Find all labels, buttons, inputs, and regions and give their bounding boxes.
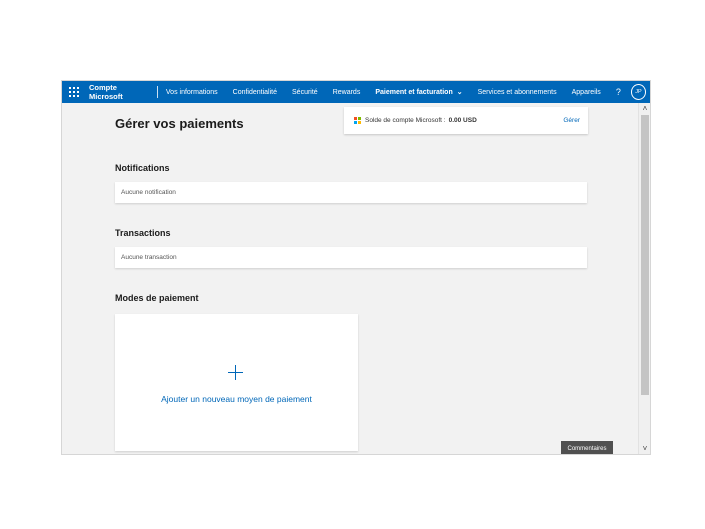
page-title: Gérer vos paiements: [115, 116, 244, 131]
account-balance-card: Solde de compte Microsoft : 0.00 USD Gér…: [344, 107, 588, 134]
vertical-scrollbar[interactable]: ˄ ˅: [638, 103, 650, 454]
nav-item-payment-billing[interactable]: Paiement et facturation ⌄: [375, 88, 462, 96]
plus-icon: [228, 365, 243, 380]
balance-amount: 0.00 USD: [448, 117, 477, 124]
avatar[interactable]: JP: [630, 84, 646, 100]
nav-item-devices[interactable]: Appareils: [572, 89, 601, 96]
browser-window: Compte Microsoft Vos informations Confid…: [61, 80, 651, 455]
transactions-box: Aucune transaction: [115, 247, 587, 268]
notifications-box: Aucune notification: [115, 182, 587, 203]
nav-item-security[interactable]: Sécurité: [292, 89, 318, 96]
transactions-empty-text: Aucune transaction: [121, 254, 177, 261]
balance-label: Solde de compte Microsoft :: [365, 117, 446, 124]
nav-divider: [156, 86, 158, 98]
notifications-heading: Notifications: [115, 163, 170, 173]
payment-methods-heading: Modes de paiement: [115, 293, 199, 303]
add-payment-method-card[interactable]: Ajouter un nouveau moyen de paiement: [115, 314, 358, 451]
notifications-empty-text: Aucune notification: [121, 189, 176, 196]
chevron-down-icon: ⌄: [456, 89, 463, 96]
brand-link[interactable]: Compte Microsoft: [89, 83, 149, 101]
nav-item-privacy[interactable]: Confidentialité: [233, 89, 277, 96]
main-content: Gérer vos paiements Solde de compte Micr…: [62, 103, 638, 454]
add-payment-method-label: Ajouter un nouveau moyen de paiement: [161, 394, 312, 404]
transactions-heading: Transactions: [115, 228, 171, 238]
top-nav-bar: Compte Microsoft Vos informations Confid…: [62, 81, 650, 103]
nav-item-payment-billing-label: Paiement et facturation: [375, 89, 453, 96]
nav-item-your-info[interactable]: Vos informations: [166, 89, 218, 96]
scroll-down-icon[interactable]: ˅: [639, 444, 650, 454]
help-icon[interactable]: ?: [616, 87, 621, 97]
feedback-button[interactable]: Commentaires: [561, 441, 613, 454]
scroll-up-icon[interactable]: ˄: [639, 104, 650, 114]
scrollbar-thumb[interactable]: [641, 115, 649, 395]
manage-balance-link[interactable]: Gérer: [563, 117, 580, 124]
nav-item-services-subscriptions[interactable]: Services et abonnements: [478, 89, 557, 96]
nav-item-rewards[interactable]: Rewards: [333, 89, 361, 96]
microsoft-logo-icon: [354, 117, 361, 124]
app-launcher-icon[interactable]: [69, 87, 79, 97]
